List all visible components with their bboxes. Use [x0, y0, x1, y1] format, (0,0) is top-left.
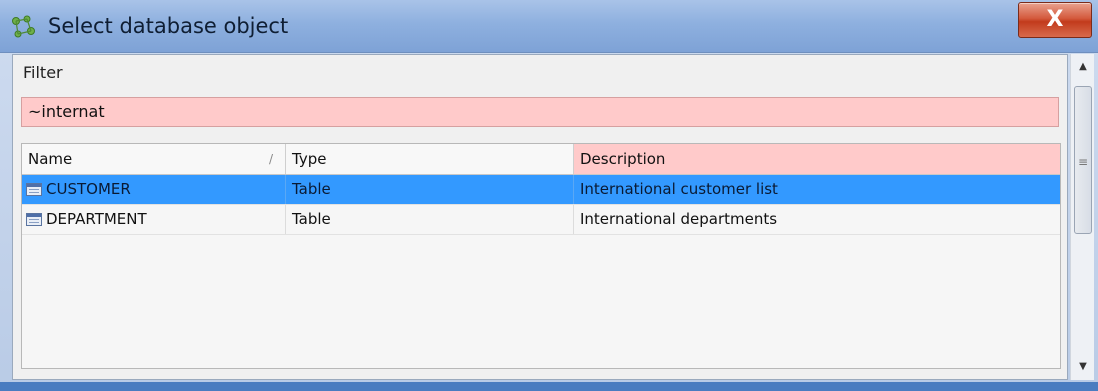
table-icon — [26, 213, 42, 226]
dialog-content: Filter ~internat Name / Type Description… — [12, 54, 1068, 380]
row-name-cell[interactable]: DEPARTMENT — [22, 205, 286, 234]
sort-indicator-icon: / — [268, 152, 273, 166]
column-header-type[interactable]: Type — [286, 144, 574, 174]
scroll-up-icon[interactable]: ▲ — [1071, 56, 1095, 78]
column-header-label: Description — [580, 150, 666, 168]
window-bottom-border — [0, 382, 1098, 391]
table-icon — [26, 183, 42, 196]
row-type-cell[interactable]: Table — [286, 205, 574, 234]
column-header-name[interactable]: Name / — [22, 144, 286, 174]
column-header-description[interactable]: Description — [574, 144, 1060, 174]
row-name: DEPARTMENT — [46, 210, 147, 228]
vertical-scrollbar[interactable]: ▲ ≡ ▼ — [1070, 54, 1094, 380]
row-type-cell[interactable]: Table — [286, 175, 574, 204]
database-objects-icon — [12, 15, 35, 38]
filter-label: Filter — [23, 63, 63, 82]
row-description-cell[interactable]: International customer list — [574, 175, 1060, 204]
table-row[interactable]: CUSTOMER Table International customer li… — [22, 175, 1060, 205]
scrollbar-thumb[interactable]: ≡ — [1074, 86, 1092, 234]
scroll-down-icon[interactable]: ▼ — [1071, 356, 1095, 378]
row-name-cell[interactable]: CUSTOMER — [22, 175, 286, 204]
filter-input[interactable]: ~internat — [21, 97, 1059, 127]
object-grid: Name / Type Description CUSTOMER Table I… — [21, 143, 1061, 369]
row-name: CUSTOMER — [46, 180, 131, 198]
close-icon: X — [1046, 7, 1064, 32]
select-database-object-dialog: Select database object X Filter ~interna… — [0, 0, 1098, 391]
title-bar[interactable]: Select database object X — [0, 0, 1098, 53]
row-description-cell[interactable]: International departments — [574, 205, 1060, 234]
close-button[interactable]: X — [1018, 2, 1092, 38]
column-header-label: Name — [28, 150, 73, 168]
grid-header: Name / Type Description — [22, 144, 1060, 175]
column-header-label: Type — [292, 150, 327, 168]
window-title: Select database object — [48, 14, 289, 38]
table-row[interactable]: DEPARTMENT Table International departmen… — [22, 205, 1060, 235]
grip-icon: ≡ — [1078, 155, 1089, 169]
